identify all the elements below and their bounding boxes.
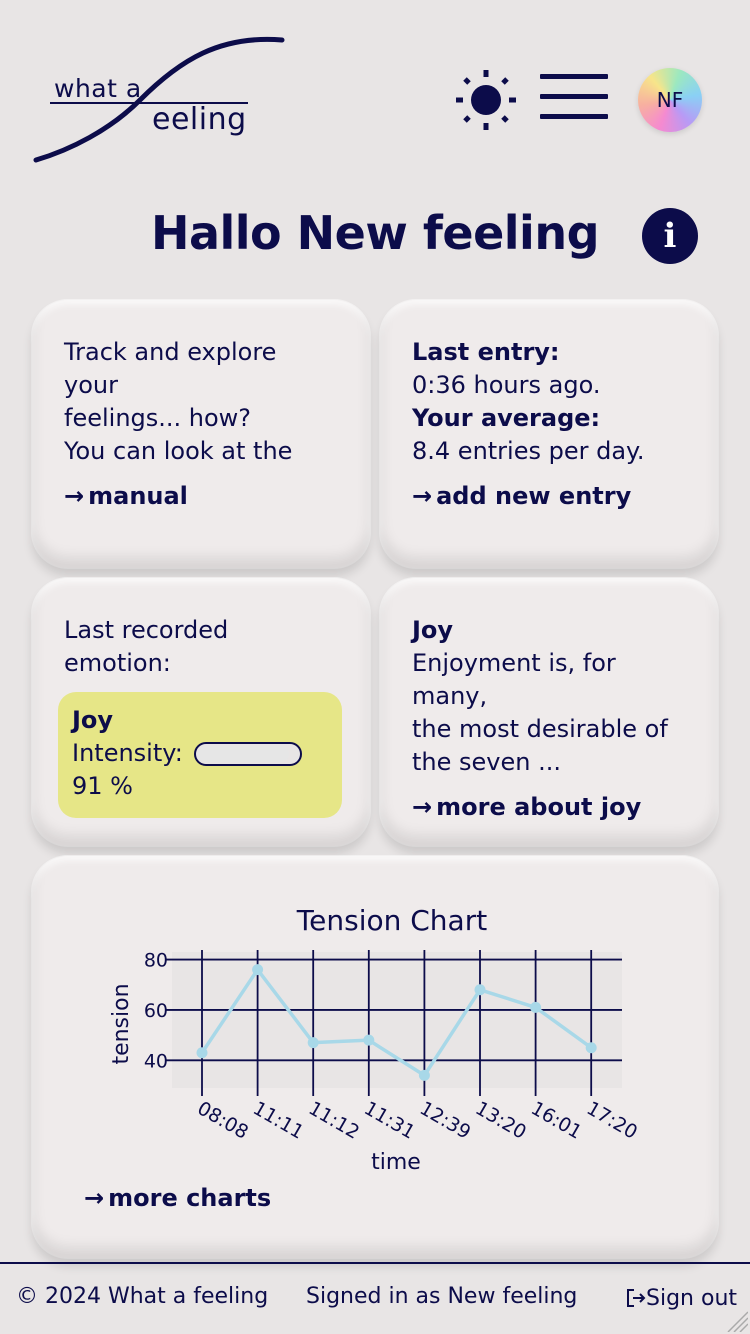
hamburger-menu-icon — [540, 74, 608, 79]
arrow-right-icon: → — [412, 793, 433, 821]
tension-chart-card: Tension Chart 40 60 80 08:08 11:11 11:12 11:31… — [32, 856, 718, 1258]
signed-in-status: Signed in as New feeling — [306, 1284, 578, 1309]
more-charts-label: more charts — [108, 1184, 272, 1212]
stats-card: Last entry: 0:36 hours ago. Your average… — [380, 300, 718, 568]
info-button[interactable]: i — [642, 208, 698, 264]
chart-y-tick-label: 60 — [144, 1000, 168, 1022]
intensity-value: 91 % — [72, 772, 133, 800]
chart-y-tick-label: 80 — [144, 950, 168, 972]
chart-x-tick-label: 11:11 — [249, 1097, 307, 1143]
chart-data-point — [474, 984, 486, 996]
theme-toggle-button[interactable] — [452, 66, 520, 134]
logo-text-what-a: what a — [54, 74, 142, 103]
joy-text-line3: the seven ... — [412, 748, 561, 776]
chart-data-point — [530, 1001, 542, 1013]
emotion-name: Joy — [72, 706, 114, 734]
sun-icon — [456, 70, 516, 130]
joy-text-line2: the most desirable of — [412, 715, 668, 743]
chart-data-point — [252, 964, 264, 976]
intensity-bar-fill — [198, 746, 290, 762]
logo[interactable]: what a eeling — [30, 30, 292, 172]
intro-text-line3: You can look at the — [64, 437, 293, 465]
copyright: © 2024 What a feeling — [16, 1284, 269, 1309]
more-charts-link[interactable]: → more charts — [84, 1182, 271, 1215]
chart-data-point — [307, 1037, 319, 1049]
more-about-joy-label: more about joy — [436, 793, 642, 821]
joy-title: Joy — [412, 616, 454, 644]
arrow-right-icon: → — [84, 1184, 105, 1212]
joy-text-line1: Enjoyment is, for many, — [412, 649, 616, 710]
avatar[interactable]: NF — [638, 68, 702, 132]
emotion-box[interactable]: Joy Intensity: 91 % — [58, 692, 342, 818]
sign-out-button[interactable]: Sign out — [626, 1286, 737, 1311]
average-value: 8.4 entries per day. — [412, 437, 645, 465]
chart-x-tick-label: 17:20 — [583, 1097, 641, 1143]
page-title: Hallo New feeling — [150, 206, 600, 260]
intensity-bar — [194, 742, 303, 766]
last-entry-label: Last entry: — [412, 338, 560, 366]
last-emotion-card: Last recorded emotion: Joy Intensity: 91… — [32, 578, 370, 846]
chart-x-tick-label: 13:20 — [472, 1097, 530, 1143]
average-label: Your average: — [412, 404, 601, 432]
chart-x-tick-label: 12:39 — [416, 1097, 474, 1143]
menu-button[interactable] — [540, 74, 608, 126]
chart-y-tick-label: 40 — [144, 1050, 168, 1072]
footer: © 2024 What a feeling Signed in as New f… — [0, 1262, 750, 1334]
chart-x-tick-label: 16:01 — [527, 1097, 585, 1143]
chart-data-point — [363, 1034, 375, 1046]
chart-data-point — [585, 1042, 597, 1054]
last-entry-value: 0:36 hours ago. — [412, 371, 601, 399]
chart-data-point — [196, 1047, 208, 1059]
intro-text-line1: Track and explore your — [64, 338, 277, 399]
chart-y-axis-label: tension — [109, 983, 134, 1064]
manual-link-label: manual — [88, 482, 188, 510]
chart-x-tick-label: 11:31 — [360, 1097, 418, 1143]
more-about-joy-link[interactable]: → more about joy — [412, 791, 641, 824]
last-emotion-heading: Last recorded emotion: — [64, 616, 229, 677]
intro-card: Track and explore your feelings... how? … — [32, 300, 370, 568]
intensity-label: Intensity: — [72, 739, 183, 767]
sign-out-icon — [627, 1289, 646, 1307]
info-icon: i — [663, 216, 677, 256]
chart-x-tick-label: 11:12 — [305, 1097, 363, 1143]
logo-text-feeling: eeling — [152, 102, 247, 137]
intro-text-line2: feelings... how? — [64, 404, 252, 432]
add-entry-link-label: add new entry — [436, 482, 632, 510]
chart-data-point — [418, 1069, 430, 1081]
arrow-right-icon: → — [64, 482, 85, 510]
header: what a eeling NF — [0, 0, 750, 190]
add-entry-link[interactable]: → add new entry — [412, 480, 631, 513]
manual-link[interactable]: → manual — [64, 480, 188, 513]
joy-info-card: Joy Enjoyment is, for many, the most des… — [380, 578, 718, 846]
chart-x-axis-label: time — [371, 1150, 421, 1175]
resize-handle-icon[interactable] — [724, 1308, 748, 1332]
arrow-right-icon: → — [412, 482, 433, 510]
intensity-row: Intensity: — [72, 737, 328, 770]
chart-x-tick-label: 08:08 — [194, 1097, 252, 1143]
tension-chart: 40 60 80 08:0811:1111:1211:3112:3913:2016:0… — [109, 950, 641, 1175]
